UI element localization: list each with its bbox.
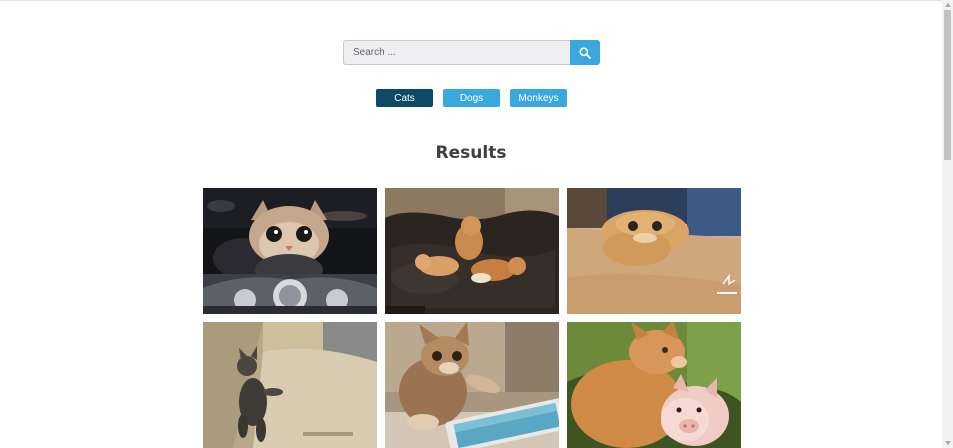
scroll-up-button[interactable]	[942, 0, 953, 10]
search-bar	[343, 40, 600, 65]
vertical-scrollbar[interactable]	[942, 0, 953, 448]
search-icon	[579, 46, 591, 59]
search-button[interactable]	[570, 40, 600, 65]
result-image-cat-piglet[interactable]	[567, 322, 741, 448]
scroll-down-button[interactable]	[942, 438, 953, 448]
results-heading: Results	[435, 143, 507, 163]
top-border	[0, 0, 942, 1]
search-input[interactable]	[343, 40, 570, 65]
scrollbar-thumb[interactable]	[944, 10, 951, 160]
arrow-up-icon	[944, 3, 951, 7]
result-image-cat-face-floor[interactable]	[567, 188, 741, 314]
result-image-kitten-phone[interactable]	[385, 322, 559, 448]
result-image-kittens-couch[interactable]	[385, 188, 559, 314]
arrow-down-icon	[944, 441, 951, 445]
filter-cats-button[interactable]: Cats	[376, 89, 433, 107]
filter-monkeys-button[interactable]: Monkeys	[510, 89, 567, 107]
filter-dogs-button[interactable]: Dogs	[443, 89, 500, 107]
result-image-kitten-rug[interactable]	[203, 322, 377, 448]
result-image-cat-motorcycle[interactable]	[203, 188, 377, 314]
